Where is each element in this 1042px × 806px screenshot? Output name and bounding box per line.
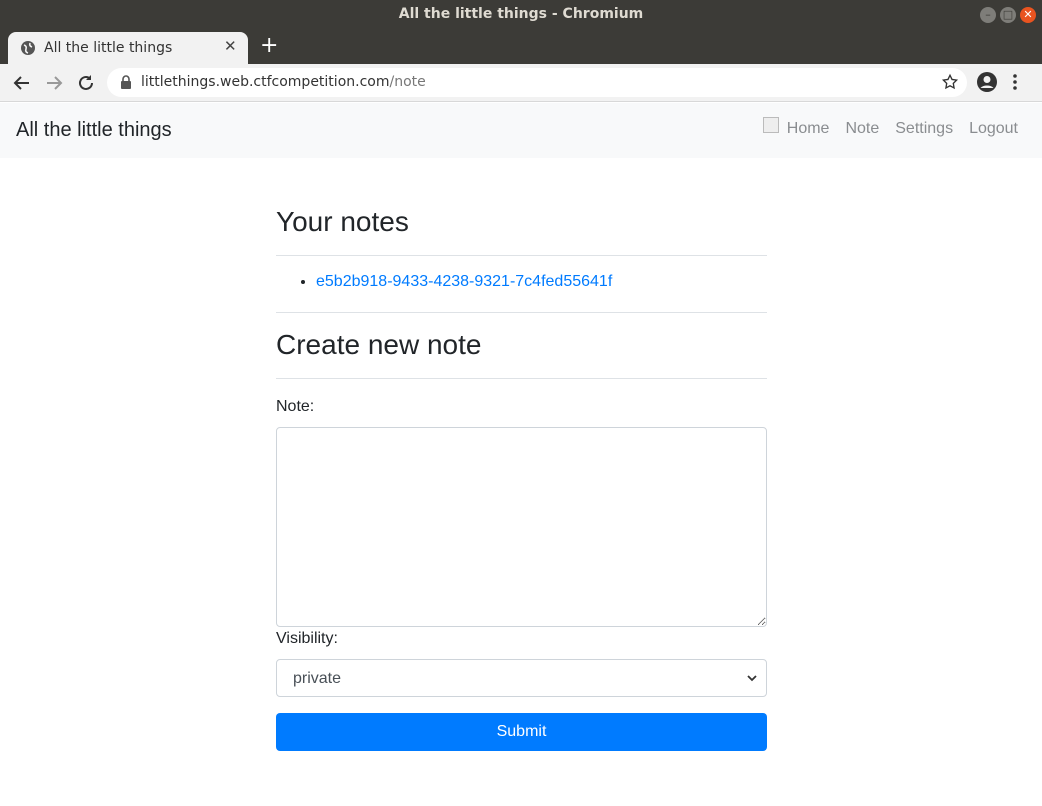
- address-bar[interactable]: littlethings.web.ctfcompetition.com/note: [107, 68, 967, 97]
- tab-close-icon[interactable]: ✕: [224, 37, 237, 55]
- submit-button[interactable]: Submit: [276, 713, 767, 751]
- note-label: Note:: [276, 398, 315, 415]
- nav-links: Home Note Settings Logout: [762, 117, 1018, 138]
- nav-note[interactable]: Note: [845, 120, 879, 138]
- window-title: All the little things - Chromium: [398, 6, 644, 22]
- tab-strip: All the little things ✕ +: [0, 30, 1042, 64]
- globe-icon: [21, 41, 35, 55]
- forward-icon[interactable]: [41, 70, 67, 96]
- site-navbar: All the little things Home Note Settings…: [0, 103, 1042, 158]
- note-textarea[interactable]: [276, 427, 767, 627]
- site-brand[interactable]: All the little things: [16, 119, 172, 142]
- reload-icon[interactable]: [73, 70, 99, 96]
- divider: [276, 312, 767, 313]
- new-tab-icon[interactable]: +: [260, 33, 278, 58]
- nav-settings[interactable]: Settings: [895, 120, 953, 138]
- divider: [276, 255, 767, 256]
- profile-icon[interactable]: [976, 71, 998, 93]
- bookmark-star-icon[interactable]: [941, 73, 959, 91]
- visibility-value: private: [293, 670, 342, 687]
- browser-tab[interactable]: All the little things ✕: [8, 32, 248, 64]
- back-icon[interactable]: [9, 70, 35, 96]
- lock-icon: [121, 75, 131, 89]
- nav-logout[interactable]: Logout: [969, 120, 1018, 138]
- tab-title: All the little things: [44, 40, 173, 56]
- close-window-icon[interactable]: ✕: [1020, 7, 1036, 23]
- nav-home[interactable]: Home: [787, 120, 830, 138]
- note-link[interactable]: e5b2b918-9433-4238-9321-7c4fed55641f: [316, 273, 612, 291]
- window-titlebar: All the little things - Chromium – □ ✕: [0, 0, 1042, 30]
- maximize-icon[interactable]: □: [1000, 7, 1016, 23]
- menu-dots-icon[interactable]: [1012, 72, 1018, 92]
- chevron-down-icon: [747, 675, 757, 682]
- your-notes-heading: Your notes: [276, 206, 409, 237]
- visibility-label: Visibility:: [276, 630, 338, 647]
- browser-toolbar: littlethings.web.ctfcompetition.com/note: [0, 64, 1042, 102]
- divider: [276, 378, 767, 379]
- minimize-icon[interactable]: –: [980, 7, 996, 23]
- url-text: littlethings.web.ctfcompetition.com/note: [141, 74, 426, 90]
- notes-list: e5b2b918-9433-4238-9321-7c4fed55641f: [316, 273, 612, 291]
- create-note-heading: Create new note: [276, 329, 482, 360]
- visibility-select[interactable]: private: [276, 659, 767, 697]
- broken-image-icon: [762, 117, 779, 133]
